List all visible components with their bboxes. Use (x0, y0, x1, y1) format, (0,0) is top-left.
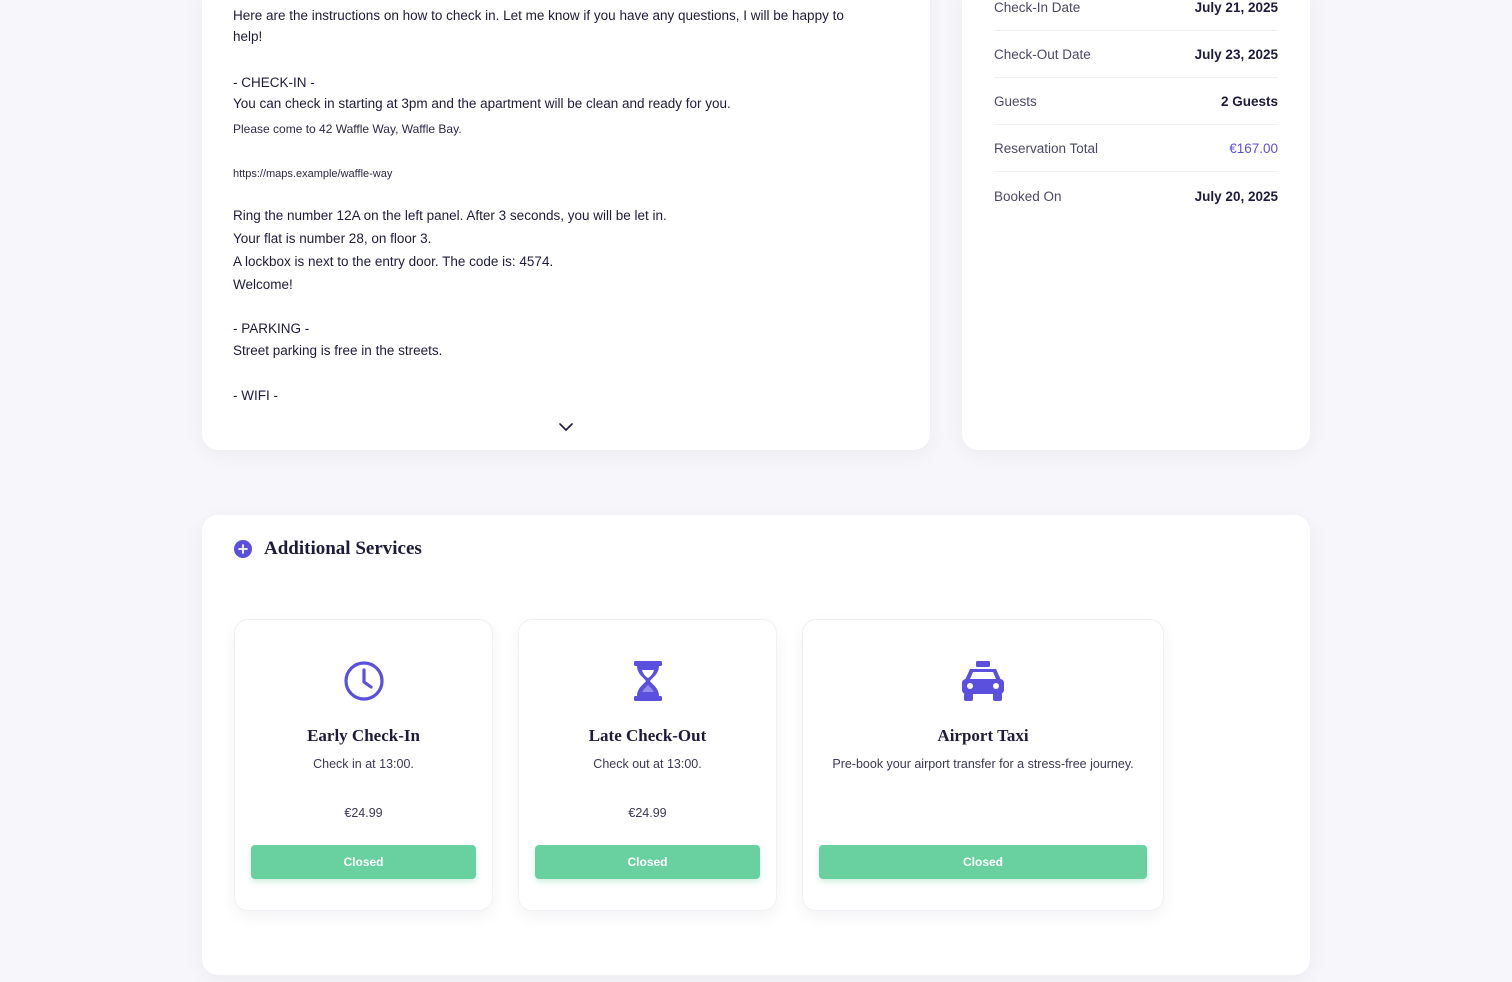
detail-value: 2 Guests (1220, 93, 1278, 109)
map-link[interactable]: https://maps.example/waffle-way (233, 164, 392, 184)
instruction-line: Please come to 42 Waffle Way, Waffle Bay… (233, 122, 462, 136)
service-description: Pre-book your airport transfer for a str… (832, 757, 1134, 771)
instruction-line: Welcome! (233, 277, 293, 292)
instruction-line: Your flat is number 28, on floor 3. (233, 231, 432, 246)
instruction-line: help! (233, 29, 263, 44)
service-name: Early Check-In (307, 726, 420, 745)
plus-circle-icon (234, 540, 252, 558)
service-price: €24.99 (344, 806, 383, 820)
reservation-details-card: Check-In Date July 21, 2025 Check-Out Da… (962, 0, 1310, 450)
detail-label: Booked On (994, 189, 1062, 204)
instruction-line: - WIFI - (233, 388, 278, 403)
service-name: Airport Taxi (937, 726, 1029, 745)
services-header: Additional Services (234, 538, 422, 560)
service-early-check-in: Early Check-In Check in at 13:00. €24.99… (234, 619, 493, 911)
early-check-in-button[interactable]: Closed (251, 845, 476, 879)
service-description: Check out at 13:00. (593, 757, 702, 771)
detail-row-booked-on: Booked On July 20, 2025 (994, 173, 1278, 220)
reservation-total-value: €167.00 (1229, 140, 1278, 156)
taxi-icon (803, 660, 1163, 702)
airport-taxi-button[interactable]: Closed (819, 845, 1147, 879)
detail-value: July 23, 2025 (1194, 46, 1278, 62)
detail-row-check-out: Check-Out Date July 23, 2025 (994, 31, 1278, 78)
instruction-line: A lockbox is next to the entry door. The… (233, 254, 554, 269)
instruction-line: Here are the instructions on how to chec… (233, 8, 844, 23)
detail-row-guests: Guests 2 Guests (994, 78, 1278, 125)
detail-row-total: Reservation Total €167.00 (994, 125, 1278, 172)
services-title: Additional Services (264, 538, 422, 559)
detail-row-check-in: Check-In Date July 21, 2025 (994, 0, 1278, 31)
detail-label: Guests (994, 93, 1037, 109)
detail-label: Reservation Total (994, 140, 1099, 156)
service-description: Check in at 13:00. (313, 757, 414, 771)
detail-label: Check-In Date (994, 0, 1081, 15)
instruction-line: - CHECK-IN - (233, 75, 315, 90)
instruction-line: Ring the number 12A on the left panel. A… (233, 208, 667, 223)
additional-services-card: Additional Services Early Check-In Check… (202, 515, 1310, 975)
instruction-line: Street parking is free in the streets. (233, 343, 443, 358)
late-check-out-button[interactable]: Closed (535, 845, 760, 879)
service-airport-taxi: Airport Taxi Pre-book your airport trans… (802, 619, 1164, 911)
detail-label: Check-Out Date (994, 46, 1091, 62)
instruction-line: - PARKING - (233, 321, 310, 336)
service-late-check-out: Late Check-Out Check out at 13:00. €24.9… (518, 619, 777, 911)
instruction-line: You can check in starting at 3pm and the… (233, 96, 731, 111)
detail-value: July 21, 2025 (1194, 0, 1278, 15)
service-name: Late Check-Out (588, 726, 707, 745)
detail-value: July 20, 2025 (1194, 189, 1278, 204)
checkin-instructions-card: Here are the instructions on how to chec… (202, 0, 930, 450)
hourglass-icon (519, 660, 776, 702)
chevron-down-icon[interactable] (557, 418, 575, 436)
clock-icon (235, 660, 492, 702)
service-price: €24.99 (628, 806, 667, 820)
